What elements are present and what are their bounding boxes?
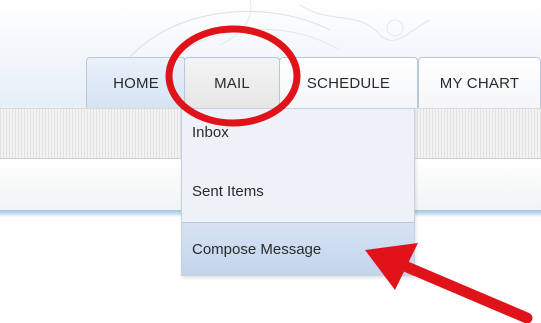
- mail-dropdown-menu: Inbox Sent Items Compose Message: [181, 108, 415, 276]
- menu-item-inbox[interactable]: Inbox: [182, 111, 414, 157]
- menu-item-compose-message[interactable]: Compose Message: [182, 222, 414, 275]
- tab-schedule[interactable]: SCHEDULE: [279, 57, 418, 109]
- arrow-shaft: [394, 258, 533, 323]
- tab-my-chart[interactable]: MY CHART: [418, 57, 541, 109]
- menu-item-sent-items[interactable]: Sent Items: [182, 165, 414, 219]
- tab-home[interactable]: HOME: [86, 57, 186, 109]
- tab-mail[interactable]: MAIL: [184, 57, 280, 109]
